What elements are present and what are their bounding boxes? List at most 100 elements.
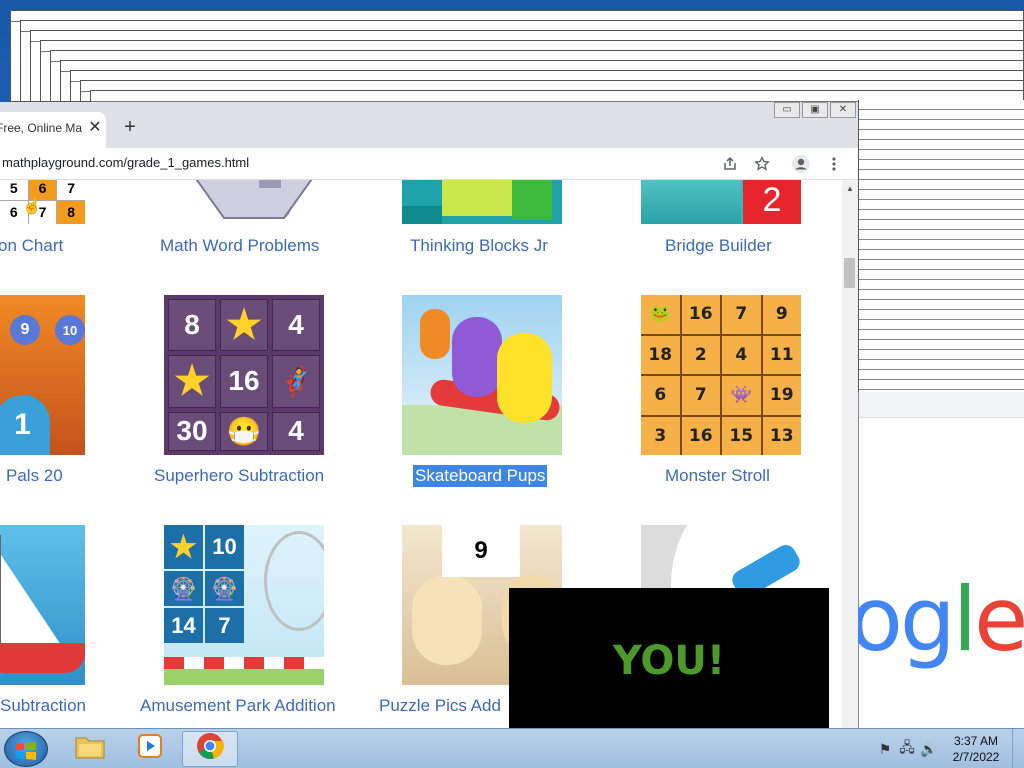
puzzle-number: 9 <box>442 525 520 577</box>
background-window-stack <box>858 100 1024 392</box>
chart-cell: 7 <box>57 180 85 200</box>
amusement-cell: 14 <box>164 608 203 643</box>
game-link-pals-20[interactable]: Pals 20 <box>6 466 63 486</box>
windows-logo-icon <box>15 741 37 766</box>
superhero-cell: 8 <box>168 299 216 352</box>
amusement-grid: ★ 10 🎡 🎡 14 7 <box>164 525 244 643</box>
game-link-thinking-blocks-jr[interactable]: Thinking Blocks Jr <box>410 236 548 256</box>
profile-icon[interactable] <box>790 153 812 175</box>
game-thumbnail-pals-20[interactable]: 9 10 1 <box>0 295 85 455</box>
game-link-bridge-builder[interactable]: Bridge Builder <box>665 236 772 256</box>
game-thumbnail-superhero-subtraction[interactable]: 8 ★ 4 ★ 16 🦸 30 😷 4 <box>164 295 324 455</box>
scroll-up-arrow-icon[interactable]: ▲ <box>842 184 858 194</box>
game-thumbnail-math-word-problems[interactable] <box>164 180 324 224</box>
chart-cell: 8 <box>57 200 85 224</box>
clock[interactable]: 3:37 AM 2/7/2022 <box>940 733 1012 765</box>
amusement-cell: 🎡 <box>205 571 244 606</box>
tab-title: Free, Online Ma <box>0 121 83 135</box>
volume-icon[interactable]: 🔊 <box>918 741 940 758</box>
game-link-subtraction[interactable]: Subtraction <box>0 696 86 716</box>
video-overlay[interactable]: YOU! <box>509 588 829 728</box>
taskbar-chrome[interactable] <box>182 731 238 767</box>
game-thumbnail-monster-stroll[interactable]: 🐸 16 7 9 18 2 4 11 6 7 👾 19 3 16 15 13 <box>641 295 801 455</box>
menu-icon[interactable] <box>823 153 845 175</box>
monster-cell: 11 <box>762 335 801 374</box>
superhero-cell: 4 <box>272 299 320 352</box>
game-link-monster-stroll[interactable]: Monster Stroll <box>665 466 770 486</box>
superhero-cell: 4 <box>272 411 320 451</box>
clock-time: 3:37 AM <box>953 734 999 748</box>
share-icon[interactable] <box>719 153 741 175</box>
monster-cell: 3 <box>641 416 680 455</box>
game-link-math-word-problems[interactable]: Math Word Problems <box>160 236 319 256</box>
bridge-number: 2 <box>743 180 801 224</box>
game-thumbnail-bridge-builder[interactable]: 2 <box>641 180 801 224</box>
amusement-cell: 🎡 <box>164 571 203 606</box>
window-controls: ▭ ▣ ✕ <box>772 102 856 118</box>
chrome-icon <box>196 732 224 766</box>
monster-cell: 13 <box>762 416 801 455</box>
amusement-cell: ★ <box>164 525 203 569</box>
google-window-titlebar <box>859 392 1024 418</box>
superhero-cell: 😷 <box>220 411 268 451</box>
tab-close-icon[interactable]: ✕ <box>86 119 104 137</box>
close-button[interactable]: ✕ <box>830 102 856 118</box>
maximize-button[interactable]: ▣ <box>802 102 828 118</box>
game-link-skateboard-pups[interactable]: Skateboard Pups <box>413 465 548 487</box>
amusement-cell: 10 <box>205 525 244 569</box>
monster-cell: 19 <box>762 376 801 415</box>
game-thumbnail-skateboard-pups[interactable] <box>402 295 562 455</box>
monster-cell: 16 <box>681 416 720 455</box>
superhero-cell: 16 <box>220 355 268 408</box>
game-thumbnail-multiplication-chart[interactable]: 5 6 7 6 7 8 ☝ <box>0 180 85 224</box>
bookmark-star-icon[interactable] <box>751 153 773 175</box>
game-link-amusement-park-addition[interactable]: Amusement Park Addition <box>140 696 336 716</box>
vertical-scrollbar[interactable]: ▲ <box>842 180 858 728</box>
clock-date: 2/7/2022 <box>952 750 1000 764</box>
google-logo-letter: g <box>899 568 956 671</box>
superhero-cell: 🦸 <box>272 355 320 408</box>
google-logo-letter: l <box>952 568 978 671</box>
game-link-superhero-subtraction[interactable]: Superhero Subtraction <box>154 466 324 486</box>
game-thumbnail-thinking-blocks-jr[interactable] <box>402 180 562 224</box>
browser-tab[interactable]: Free, Online Ma ✕ <box>0 112 106 148</box>
address-bar: mathplayground.com/grade_1_games.html <box>0 148 858 180</box>
video-caption: YOU! <box>612 638 726 684</box>
ferris-wheel-icon <box>264 531 324 631</box>
amusement-cell: 7 <box>205 608 244 643</box>
superhero-cell: ★ <box>168 355 216 408</box>
new-tab-button[interactable]: + <box>118 115 142 139</box>
monster-cell: 👾 <box>722 376 761 415</box>
monster-cell: 6 <box>641 376 680 415</box>
taskbar-file-explorer[interactable] <box>62 731 118 767</box>
google-logo: ogle <box>849 568 1024 671</box>
monster-cell: 4 <box>722 335 761 374</box>
monster-grid: 🐸 16 7 9 18 2 4 11 6 7 👾 19 3 16 15 13 <box>641 295 801 455</box>
game-link-multiplication-chart[interactable]: on Chart <box>0 236 63 256</box>
browser-titlebar: Free, Online Ma ✕ + ▭ ▣ ✕ <box>0 102 858 148</box>
orange-pup-icon <box>420 309 450 359</box>
monster-cell: 18 <box>641 335 680 374</box>
action-center-flag-icon[interactable]: ⚑ <box>874 741 896 758</box>
system-tray: ⚑ 🖧 🔊 3:37 AM 2/7/2022 <box>874 729 1024 768</box>
taskbar-media-player[interactable] <box>122 731 178 767</box>
pals-number: 10 <box>55 315 85 345</box>
start-button[interactable] <box>4 731 48 767</box>
game-thumbnail-subtraction[interactable] <box>0 525 85 685</box>
show-desktop-button[interactable] <box>1012 729 1024 768</box>
network-icon[interactable]: 🖧 <box>896 737 918 761</box>
monster-cell: 9 <box>762 295 801 334</box>
folder-icon <box>75 733 105 765</box>
game-thumbnail-amusement-park-addition[interactable]: ★ 10 🎡 🎡 14 7 <box>164 525 324 685</box>
monster-cell: 2 <box>681 335 720 374</box>
superhero-cell: ★ <box>220 299 268 352</box>
url-field[interactable]: mathplayground.com/grade_1_games.html <box>2 155 249 170</box>
scrollbar-thumb[interactable] <box>844 258 855 288</box>
game-link-puzzle-pics-addition[interactable]: Puzzle Pics Add <box>379 696 501 716</box>
monster-cell: 7 <box>681 376 720 415</box>
pals-number: 1 <box>0 395 50 455</box>
minimize-button[interactable]: ▭ <box>774 102 800 118</box>
media-player-icon <box>136 732 164 766</box>
puppy-icon <box>412 575 482 665</box>
superhero-cell: 30 <box>168 411 216 451</box>
